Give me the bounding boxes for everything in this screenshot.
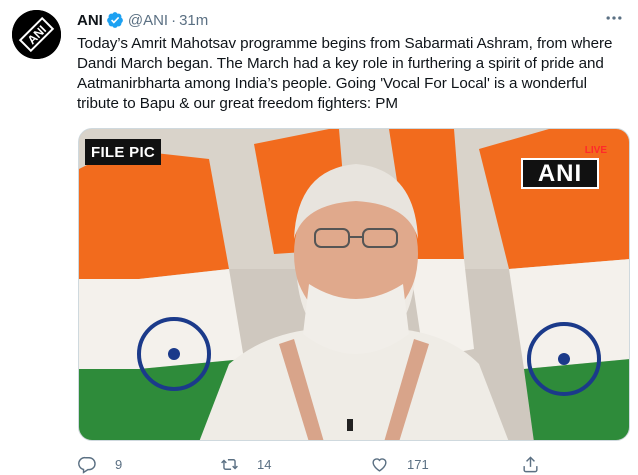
- timestamp[interactable]: 31m: [179, 12, 208, 29]
- separator-dot: ·: [171, 11, 177, 29]
- tweet-media[interactable]: FILE PIC LIVE ANI: [78, 128, 630, 441]
- display-name[interactable]: ANI: [77, 12, 103, 29]
- reply-icon: [78, 456, 96, 474]
- live-label: LIVE: [584, 145, 607, 156]
- ani-logo-icon: ANI: [12, 10, 61, 59]
- more-icon[interactable]: [604, 8, 624, 28]
- avatar[interactable]: ANI: [12, 10, 61, 59]
- reply-count: 9: [115, 457, 123, 472]
- like-button[interactable]: 171: [370, 455, 429, 474]
- reply-button[interactable]: 9: [78, 455, 122, 474]
- tweet-actions: 9 14 171: [78, 455, 630, 475]
- tweet[interactable]: ANI ANI @ANI · 31m Today’s Amrit Mahotsa…: [0, 0, 638, 475]
- retweet-icon: [221, 459, 238, 470]
- share-button[interactable]: [521, 455, 558, 474]
- tweet-text: Today’s Amrit Mahotsav programme begins …: [77, 35, 613, 112]
- heart-icon: [372, 458, 387, 472]
- handle[interactable]: @ANI: [128, 12, 168, 29]
- retweet-button[interactable]: 14: [220, 455, 271, 474]
- file-pic-label: FILE PIC: [85, 139, 162, 165]
- microphone: [347, 419, 353, 431]
- share-icon: [523, 456, 538, 473]
- channel-logo: ANI: [521, 158, 599, 189]
- verified-badge-icon: [106, 12, 123, 28]
- retweet-count: 14: [257, 457, 272, 472]
- like-count: 171: [407, 457, 429, 472]
- tweet-header: ANI @ANI · 31m: [77, 10, 208, 30]
